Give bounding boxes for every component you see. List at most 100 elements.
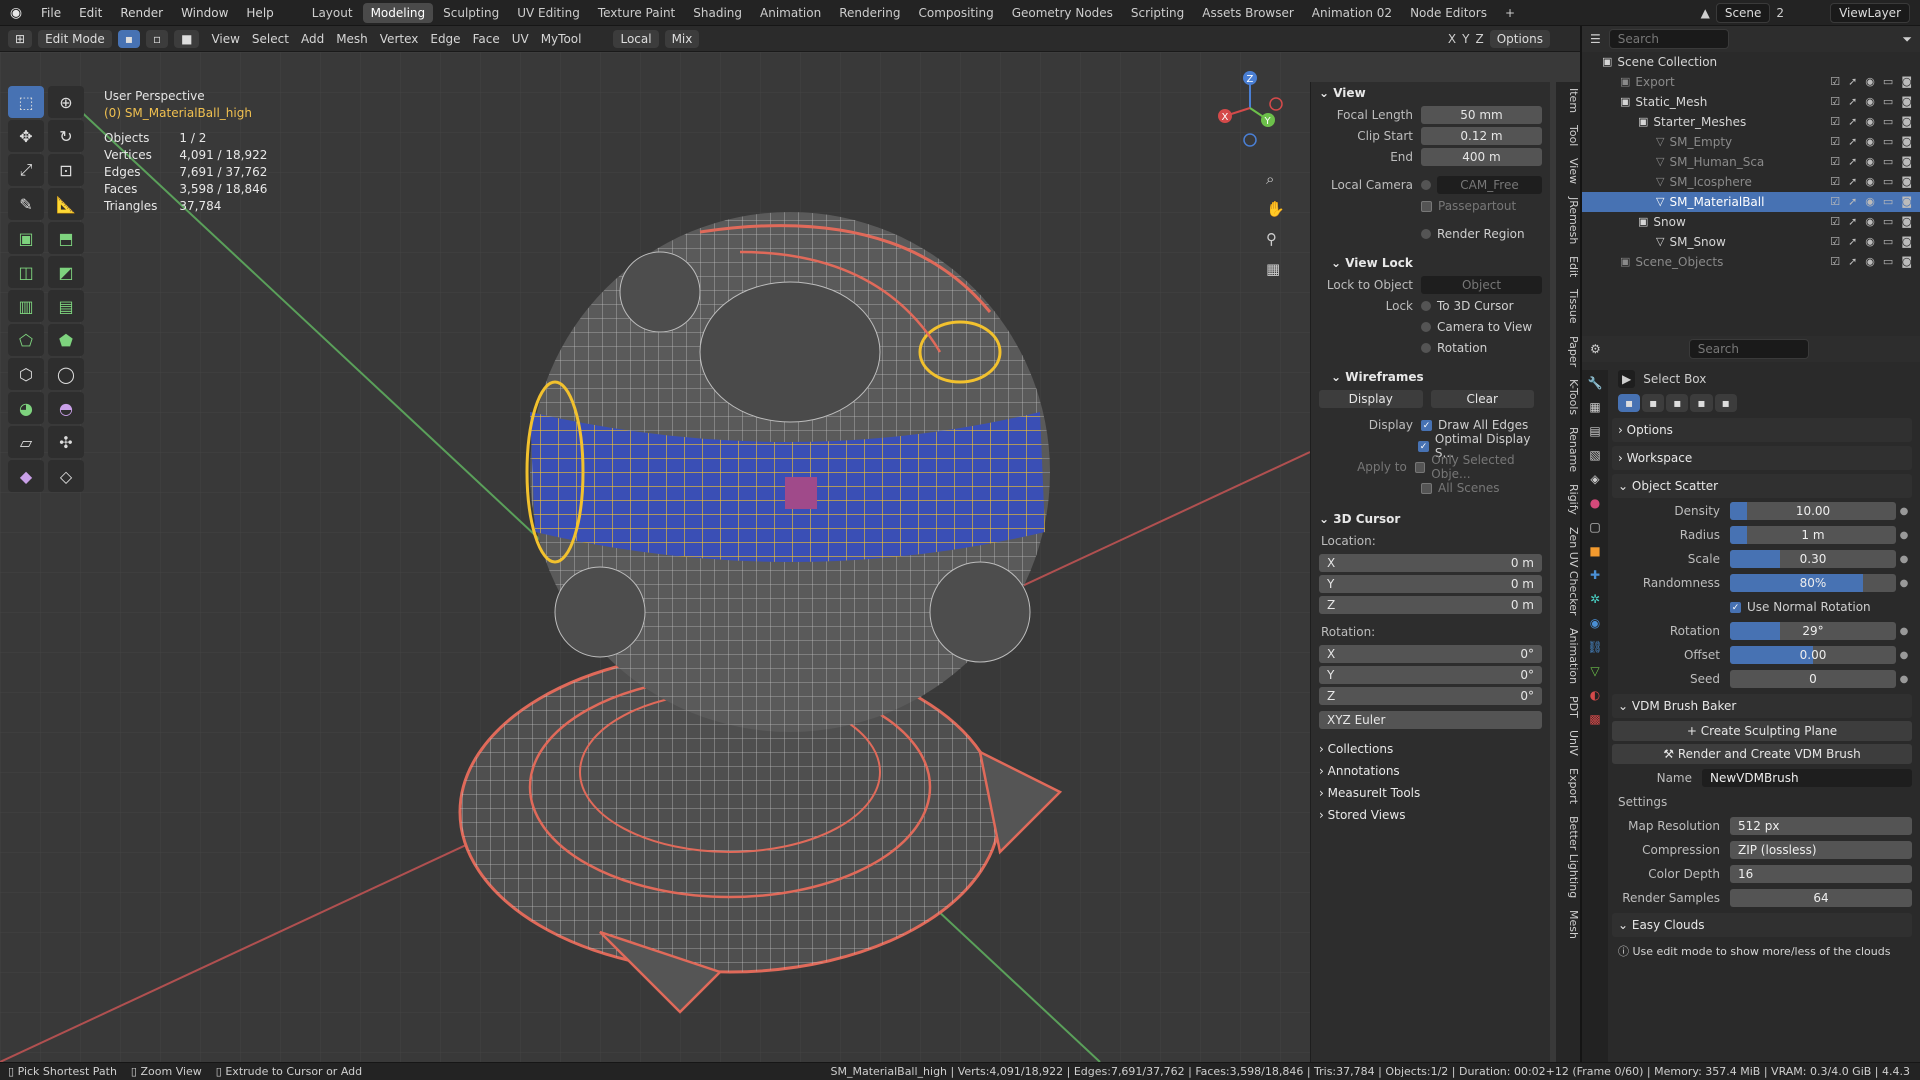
collection-tab-icon[interactable]: ▢ xyxy=(1586,518,1604,536)
render-icon[interactable]: ◙ xyxy=(1901,212,1912,232)
checkbox-icon[interactable]: ☑ xyxy=(1830,112,1840,132)
orientation-selector[interactable]: Local xyxy=(613,29,659,48)
select-icon[interactable]: ➚ xyxy=(1848,132,1857,152)
menu-vertex[interactable]: Vertex xyxy=(374,32,425,46)
pivot-selector[interactable]: Mix xyxy=(664,29,700,48)
smooth-tool[interactable]: ⬡ xyxy=(8,358,44,390)
knife-tool[interactable]: ▤ xyxy=(48,290,84,322)
menu-edit[interactable]: Edit xyxy=(70,0,111,26)
add-workspace-button[interactable]: + xyxy=(1497,3,1523,23)
outliner-editor-icon[interactable]: ☰ xyxy=(1590,32,1601,46)
scene-collection-label[interactable]: Scene Collection xyxy=(1617,52,1717,72)
clip-start-field[interactable]: 0.12 m xyxy=(1421,127,1542,145)
eye-icon[interactable]: ◉ xyxy=(1865,232,1875,252)
randomize-tool[interactable]: ◯ xyxy=(48,358,84,390)
face-select-button[interactable]: ■ xyxy=(174,29,200,48)
object-scatter-header[interactable]: ⌄ Object Scatter xyxy=(1612,474,1912,498)
properties-editor-icon[interactable]: ⚙ xyxy=(1590,342,1601,356)
viewport-icon[interactable]: ▭ xyxy=(1883,152,1893,172)
eye-icon[interactable]: ◉ xyxy=(1865,92,1875,112)
rip-region-tool[interactable]: ◆ xyxy=(8,460,44,492)
clip-end-field[interactable]: 400 m xyxy=(1421,148,1542,166)
select-box-tool[interactable]: ⬚ xyxy=(8,86,44,118)
rip-edge-tool[interactable]: ◇ xyxy=(48,460,84,492)
particles-tab-icon[interactable]: ✲ xyxy=(1586,590,1604,608)
edge-select-button[interactable]: ▫ xyxy=(145,29,169,48)
move-tool[interactable]: ✥ xyxy=(8,120,44,152)
lock-camera-toggle[interactable] xyxy=(1421,322,1431,332)
viewport-icon[interactable]: ▭ xyxy=(1883,92,1893,112)
easy-clouds-header[interactable]: ⌄ Easy Clouds xyxy=(1612,913,1912,937)
spin-tool[interactable]: ⬟ xyxy=(48,324,84,356)
sidebar-tab-export[interactable]: Export xyxy=(1556,762,1580,810)
select-mode-subtract[interactable]: ▪ xyxy=(1666,394,1689,412)
inset-faces-tool[interactable]: ◫ xyxy=(8,256,44,288)
viewport-icon[interactable]: ▭ xyxy=(1883,212,1893,232)
menu-render[interactable]: Render xyxy=(111,0,172,26)
checkbox-icon[interactable]: ☑ xyxy=(1830,252,1840,272)
material-tab-icon[interactable]: ◐ xyxy=(1586,686,1604,704)
render-create-vdm-button[interactable]: ⚒ Render and Create VDM Brush xyxy=(1612,744,1912,764)
select-icon[interactable]: ➚ xyxy=(1848,212,1857,232)
sidebar-tab-univ[interactable]: UnIV xyxy=(1556,724,1580,762)
loc-x-field[interactable]: X 0 m xyxy=(1319,554,1542,572)
shrink-fatten-tool[interactable]: ◓ xyxy=(48,392,84,424)
physics-tab-icon[interactable]: ◉ xyxy=(1586,614,1604,632)
checkbox-icon[interactable]: ☑ xyxy=(1830,72,1840,92)
viewport-icon[interactable]: ▭ xyxy=(1883,132,1893,152)
scene-selector[interactable]: Scene xyxy=(1715,2,1771,23)
scatter-seed-slider[interactable]: 0 xyxy=(1730,670,1896,688)
local-camera-toggle[interactable] xyxy=(1421,180,1431,190)
transform-tool[interactable]: ⊡ xyxy=(48,154,84,186)
checkbox-icon[interactable]: ☑ xyxy=(1830,172,1840,192)
poly-build-tool[interactable]: ⬠ xyxy=(8,324,44,356)
outliner-search[interactable]: Search xyxy=(1608,29,1729,49)
scatter-scale-slider[interactable]: 0.30 xyxy=(1730,550,1896,568)
select-icon[interactable]: ➚ xyxy=(1848,252,1857,272)
eye-icon[interactable]: ◉ xyxy=(1865,192,1875,212)
tab-rendering[interactable]: Rendering xyxy=(831,3,908,23)
eye-icon[interactable]: ◉ xyxy=(1865,252,1875,272)
select-icon[interactable]: ➚ xyxy=(1848,192,1857,212)
sidebar-tab-animation[interactable]: Animation xyxy=(1556,622,1580,690)
eye-icon[interactable]: ◉ xyxy=(1865,212,1875,232)
render-tab-icon[interactable]: ▦ xyxy=(1586,398,1604,416)
all-scenes-checkbox[interactable] xyxy=(1421,482,1432,494)
vdm-setting-field[interactable]: 512 px xyxy=(1730,817,1912,835)
scatter-offset-slider[interactable]: 0.00 xyxy=(1730,646,1896,664)
shear-tool[interactable]: ▱ xyxy=(8,426,44,458)
sidebar-tab-mesh[interactable]: Mesh xyxy=(1556,904,1580,945)
outliner-item[interactable]: ▽ SM_Snow ☑ ➚ ◉ ▭ ◙ xyxy=(1582,232,1920,252)
select-icon[interactable]: ➚ xyxy=(1848,72,1857,92)
checkbox-icon[interactable]: ☑ xyxy=(1830,192,1840,212)
eye-icon[interactable]: ◉ xyxy=(1865,132,1875,152)
wireframe-clear-button[interactable]: Clear xyxy=(1430,390,1534,408)
section-stored-views[interactable]: › Stored Views xyxy=(1311,804,1550,826)
sidebar-tab-pdt[interactable]: PDT xyxy=(1556,690,1580,724)
tab-modeling[interactable]: Modeling xyxy=(362,2,434,23)
local-camera-field[interactable]: CAM_Free xyxy=(1437,176,1542,194)
outliner-item[interactable]: ▽ SM_Icosphere ☑ ➚ ◉ ▭ ◙ xyxy=(1582,172,1920,192)
blender-logo-icon[interactable]: ◉ xyxy=(0,5,32,21)
keyframe-dot-icon[interactable]: ● xyxy=(1896,650,1912,661)
checkbox-icon[interactable]: ☑ xyxy=(1830,152,1840,172)
add-cube-tool[interactable]: ▣ xyxy=(8,222,44,254)
menu-select[interactable]: Select xyxy=(246,32,295,46)
render-region-toggle[interactable] xyxy=(1421,229,1431,239)
optimal-display-checkbox[interactable]: ✓ xyxy=(1418,440,1429,452)
camera-view-icon[interactable]: ⚲ xyxy=(1266,230,1277,248)
tab-scripting[interactable]: Scripting xyxy=(1123,3,1192,23)
ortho-grid-icon[interactable]: ▦ xyxy=(1266,260,1280,278)
render-icon[interactable]: ◙ xyxy=(1901,112,1912,132)
menu-view[interactable]: View xyxy=(205,32,245,46)
scene-tab-icon[interactable]: ◈ xyxy=(1586,470,1604,488)
loc-z-field[interactable]: Z 0 m xyxy=(1319,596,1542,614)
cursor-tool[interactable]: ⊕ xyxy=(48,86,84,118)
3d-viewport[interactable]: ⬚ ⊕ ✥ ↻ ⤢ ⊡ ✎ 📐 ▣ ⬒ ◫ ◩ ▥ ▤ ⬠ ⬟ ⬡ ◯ ◕ ◓ … xyxy=(0,52,1580,1062)
select-icon[interactable]: ➚ xyxy=(1848,172,1857,192)
tab-geometry-nodes[interactable]: Geometry Nodes xyxy=(1004,3,1121,23)
select-icon[interactable]: ➚ xyxy=(1848,92,1857,112)
viewport-icon[interactable]: ▭ xyxy=(1883,192,1893,212)
tool-tab-icon[interactable]: 🔧 xyxy=(1586,374,1604,392)
render-icon[interactable]: ◙ xyxy=(1901,252,1912,272)
